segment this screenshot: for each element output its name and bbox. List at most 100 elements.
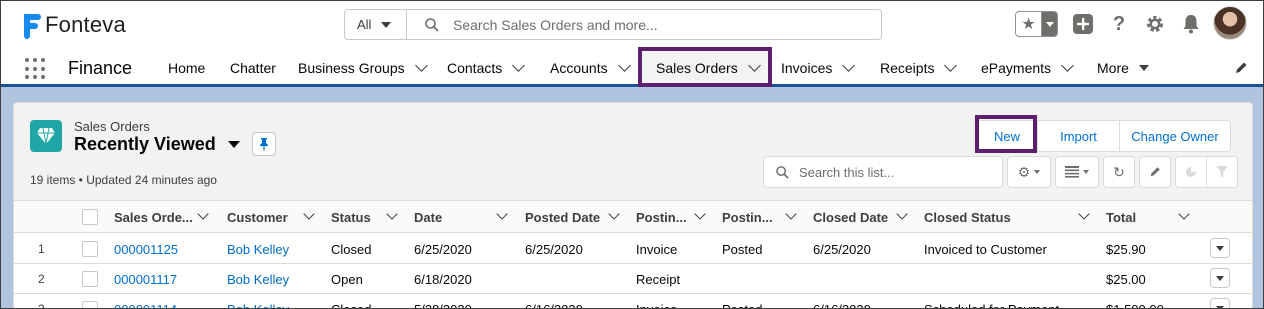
row-action-menu[interactable] [1210, 298, 1230, 308]
list-search-input[interactable]: Search this list... [763, 156, 1003, 188]
nav-item-accounts[interactable]: Accounts [550, 49, 631, 87]
chevron-down-icon[interactable] [944, 59, 958, 72]
column-header-date[interactable]: Date [405, 201, 515, 233]
chevron-down-icon[interactable] [1078, 208, 1090, 220]
global-search-input[interactable]: Search Sales Orders and more... [407, 10, 881, 39]
chevron-down-icon[interactable] [512, 59, 526, 72]
chevron-down-icon[interactable] [496, 208, 508, 220]
notification-bell-icon[interactable] [1180, 13, 1202, 35]
column-label: Total [1106, 209, 1137, 225]
chevron-down-icon[interactable] [197, 208, 209, 220]
help-icon[interactable]: ? [1108, 13, 1130, 35]
user-avatar[interactable] [1213, 6, 1247, 40]
nav-item-business-groups[interactable]: Business Groups [298, 49, 428, 87]
table-row: 2 000001117 Bob Kelley Open 6/18/2020 Re… [14, 264, 1252, 294]
column-header-total[interactable]: Total [1097, 201, 1197, 233]
row-action-menu[interactable] [1210, 268, 1230, 288]
change-owner-button[interactable]: Change Owner [1120, 121, 1230, 151]
sales-order-link[interactable]: 000001125 [114, 234, 178, 264]
search-scope-select[interactable]: All [345, 10, 407, 39]
add-icon[interactable] [1072, 13, 1094, 35]
status-cell: Closed [331, 241, 372, 257]
row-checkbox[interactable] [82, 271, 98, 287]
caret-down-icon [227, 141, 240, 148]
select-all-checkbox[interactable] [82, 209, 98, 225]
fonteva-logo[interactable]: Fonteva [21, 11, 126, 39]
column-label: Date [414, 209, 443, 225]
chevron-down-icon[interactable] [617, 59, 631, 72]
charts-button[interactable] [1175, 156, 1207, 188]
chevron-down-icon[interactable] [608, 208, 620, 220]
column-header-customer[interactable]: Customer [218, 201, 322, 233]
sales-order-link[interactable]: 000001117 [114, 264, 177, 294]
chevron-down-icon[interactable] [1061, 59, 1074, 72]
column-header-closed-date[interactable]: Closed Date [804, 201, 915, 233]
refresh-button[interactable]: ↻ [1103, 156, 1135, 188]
caret-down-icon [1034, 170, 1041, 174]
customer-link[interactable]: Bob Kelley [227, 234, 289, 264]
column-header-posting-2[interactable]: Postin... [713, 201, 804, 233]
column-label: Closed Status [924, 209, 1011, 225]
import-button[interactable]: Import [1038, 121, 1120, 151]
highlight-box-sales-orders [638, 47, 772, 87]
pin-list-view-button[interactable] [252, 132, 276, 156]
search-icon [776, 165, 789, 179]
edit-list-button[interactable] [1139, 156, 1171, 188]
caret-down-icon [1138, 65, 1149, 71]
list-view-selector[interactable]: Recently Viewed [74, 134, 240, 155]
closed-date-cell: 6/16/2020 [813, 301, 871, 309]
column-header-posted-date[interactable]: Posted Date [516, 201, 627, 233]
nav-item-label: ePayments [981, 60, 1052, 76]
column-label: Postin... [636, 209, 687, 225]
pin-icon [260, 138, 268, 151]
column-label: Postin... [722, 209, 773, 225]
posted-date-cell: 6/25/2020 [525, 241, 583, 257]
customer-link[interactable]: Bob Kelley [227, 294, 289, 309]
chevron-down-icon[interactable] [785, 208, 797, 220]
filters-button[interactable] [1206, 156, 1238, 188]
chevron-down-icon[interactable] [386, 208, 398, 220]
list-info-text: 19 items • Updated 24 minutes ago [30, 173, 217, 187]
list-settings-button[interactable]: ⚙ [1007, 156, 1051, 188]
star-icon[interactable]: ★ [1016, 12, 1042, 36]
favorites-dropdown-button[interactable] [1042, 12, 1057, 36]
app-launcher-icon[interactable] [25, 58, 47, 80]
search-scope-label: All [357, 17, 372, 32]
display-as-button[interactable] [1055, 156, 1099, 188]
nav-item-epayments[interactable]: ePayments [981, 49, 1074, 87]
setup-gear-icon[interactable] [1144, 13, 1166, 35]
chevron-down-icon[interactable] [303, 208, 315, 220]
global-search-placeholder: Search Sales Orders and more... [453, 16, 658, 33]
chevron-down-icon[interactable] [842, 59, 856, 72]
nav-item-contacts[interactable]: Contacts [447, 49, 526, 87]
chevron-down-icon[interactable] [896, 208, 908, 220]
column-header-status[interactable]: Status [322, 201, 405, 233]
global-search: All Search Sales Orders and more... [344, 9, 882, 40]
row-checkbox[interactable] [82, 241, 98, 257]
chevron-down-icon[interactable] [694, 208, 706, 220]
sales-order-link[interactable]: 000001114 [114, 294, 177, 309]
column-header-sales-order[interactable]: Sales Orde... [106, 201, 216, 233]
nav-item-receipts[interactable]: Receipts [880, 49, 958, 87]
customer-link[interactable]: Bob Kelley [227, 264, 289, 294]
chevron-down-icon[interactable] [414, 59, 428, 72]
list-search-placeholder: Search this list... [799, 164, 895, 180]
column-label: Sales Orde... [114, 209, 193, 225]
nav-item-home[interactable]: Home [168, 49, 205, 87]
list-view-name: Recently Viewed [74, 134, 216, 154]
chevron-down-icon[interactable] [1178, 208, 1190, 220]
object-label: Sales Orders [74, 119, 150, 134]
caret-down-icon [1083, 170, 1089, 174]
column-label: Customer [227, 209, 288, 225]
column-header-closed-status[interactable]: Closed Status [915, 201, 1097, 233]
nav-item-chatter[interactable]: Chatter [230, 49, 276, 87]
row-number: 2 [38, 272, 45, 286]
filter-icon [1216, 166, 1228, 178]
column-header-posting-1[interactable]: Postin... [627, 201, 713, 233]
edit-nav-pencil-icon[interactable] [1234, 61, 1248, 78]
nav-item-invoices[interactable]: Invoices [781, 49, 856, 87]
nav-item-label: Chatter [230, 60, 276, 76]
row-checkbox[interactable] [82, 301, 98, 308]
nav-item-more[interactable]: More [1097, 49, 1149, 87]
row-action-menu[interactable] [1210, 238, 1230, 258]
